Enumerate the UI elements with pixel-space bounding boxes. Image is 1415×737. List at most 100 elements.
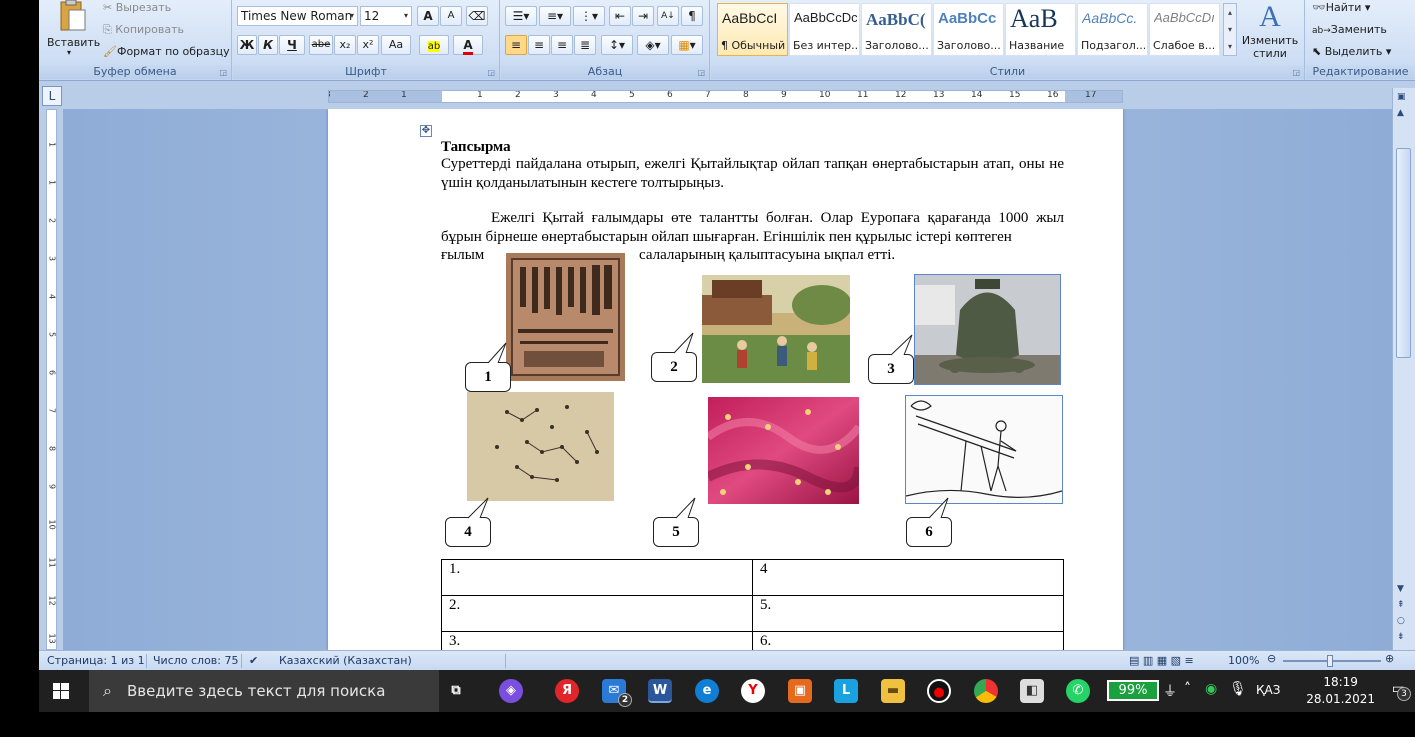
view-buttons[interactable]: ▤ ▥ ▦ ▧ ≡: [1129, 654, 1194, 667]
taskbar-search[interactable]: ⌕ Введите здесь текст для поиска: [89, 670, 439, 712]
styles-dialog-launcher[interactable]: ◲: [1292, 68, 1300, 77]
file-explorer-icon[interactable]: ▬: [881, 679, 905, 703]
vertical-ruler[interactable]: 1 1 2 3 4 5 6 7 8 9 10 11 12 13: [46, 109, 57, 650]
paragraph-dialog-launcher[interactable]: ◲: [697, 68, 705, 77]
word-count[interactable]: Число слов: 75: [153, 654, 239, 667]
vertical-scrollbar[interactable]: ▣ ▲ ▼ ⇞ ○ ⇟: [1392, 88, 1415, 650]
borders-icon[interactable]: ▦▾: [671, 35, 703, 55]
underline-button[interactable]: Ч: [279, 35, 305, 55]
zoom-slider-handle[interactable]: [1327, 655, 1333, 667]
paste-icon[interactable]: [57, 0, 87, 32]
numbering-icon[interactable]: ≡▾: [539, 6, 571, 26]
style-heading2[interactable]: AaBbCc Заголово...: [933, 3, 1004, 56]
power-plug-icon[interactable]: ⏚: [1163, 681, 1177, 701]
style-heading1[interactable]: AaBbC(Заголово...: [861, 3, 932, 56]
styles-scroll[interactable]: ▴ ▾ ▾: [1223, 3, 1237, 56]
align-left-icon[interactable]: ≡: [505, 35, 527, 55]
font-color-button[interactable]: A: [453, 35, 483, 55]
table-cell[interactable]: 5.: [752, 595, 1064, 632]
yandex-icon[interactable]: Я: [555, 679, 579, 703]
scroll-thumb[interactable]: [1396, 148, 1411, 358]
record-icon[interactable]: ●: [927, 679, 951, 703]
whatsapp-icon[interactable]: ✆: [1066, 679, 1090, 703]
spelling-check-icon[interactable]: ✔: [249, 654, 258, 667]
clipboard-dialog-launcher[interactable]: ◲: [219, 68, 227, 77]
align-center-icon[interactable]: ≡: [528, 35, 550, 55]
strikethrough-button[interactable]: abe: [309, 35, 333, 55]
line-spacing-icon[interactable]: ↕▾: [601, 35, 633, 55]
language-indicator[interactable]: Казахский (Казахстан): [279, 654, 412, 667]
clear-format-icon[interactable]: ⌫: [466, 6, 488, 26]
copy-button[interactable]: ⎘ Копировать: [103, 23, 184, 37]
paste-dropdown-icon[interactable]: ▾: [67, 48, 71, 57]
mail-icon[interactable]: ✉ 2: [602, 679, 632, 707]
select-button[interactable]: ⬉ Выделить ▾: [1312, 45, 1391, 58]
table-cell[interactable]: 6.: [752, 631, 1064, 650]
superscript-button[interactable]: x²: [357, 35, 379, 55]
bold-button[interactable]: Ж: [237, 35, 257, 55]
align-right-icon[interactable]: ≡: [551, 35, 573, 55]
bullets-icon[interactable]: ☰▾: [505, 6, 537, 26]
app-box-icon[interactable]: ◧: [1020, 679, 1044, 703]
yandex-browser-icon[interactable]: Y: [741, 679, 765, 703]
style-subtitle[interactable]: AaBbCc. Подзагол...: [1077, 3, 1148, 56]
l-app-icon[interactable]: L: [834, 679, 858, 703]
status-circle-icon[interactable]: ◉: [1205, 681, 1217, 697]
style-no-spacing[interactable]: AaBbCcDc Без интер...: [789, 3, 860, 56]
table-cell[interactable]: 2.: [441, 595, 753, 632]
font-name-combo[interactable]: Times New Roman ▾: [237, 6, 358, 26]
style-subtle-emphasis[interactable]: AaBbCcDı Слабое в...: [1149, 3, 1220, 56]
chevron-up-icon[interactable]: ˄: [1184, 681, 1191, 697]
pilcrow-icon[interactable]: ¶: [681, 6, 703, 26]
battery-indicator[interactable]: 99%: [1107, 680, 1159, 701]
font-size-combo[interactable]: 12 ▾: [360, 6, 412, 26]
font-dialog-launcher[interactable]: ◲: [487, 68, 495, 77]
task-view-icon[interactable]: ⧉: [444, 679, 468, 703]
next-page-icon[interactable]: ⇟: [1397, 632, 1405, 642]
prev-page-icon[interactable]: ⇞: [1397, 600, 1405, 610]
table-cell[interactable]: 4: [752, 559, 1064, 596]
presentation-icon[interactable]: ▣: [788, 679, 812, 703]
zoom-level[interactable]: 100%: [1228, 654, 1259, 667]
find-button[interactable]: 👓Найти ▾: [1312, 1, 1370, 14]
paste-button[interactable]: Вставить: [47, 36, 100, 49]
answer-table[interactable]: 1. 4 2. 5. 3. 6.: [441, 559, 1064, 650]
windows-start-icon[interactable]: [53, 683, 69, 702]
scroll-down-icon[interactable]: ▼: [1397, 584, 1404, 594]
browse-object-icon[interactable]: ○: [1397, 616, 1405, 626]
cut-button[interactable]: ✂ Вырезать: [103, 1, 171, 14]
italic-button[interactable]: К: [258, 35, 278, 55]
ruler-toggle-icon[interactable]: ▣: [1397, 92, 1406, 102]
document-page[interactable]: ✥ Тапсырма Суреттерді пайдалана отырып, …: [328, 109, 1123, 650]
replace-button[interactable]: ab→Заменить: [1312, 23, 1387, 36]
keyboard-language[interactable]: ҚАЗ: [1256, 683, 1280, 697]
page-count[interactable]: Страница: 1 из 1: [47, 654, 145, 667]
change-styles-button[interactable]: A Изменить стили: [1239, 0, 1301, 62]
multilevel-list-icon[interactable]: ⋮▾: [573, 6, 605, 26]
tab-selector-icon[interactable]: L: [42, 86, 62, 106]
zoom-out-icon[interactable]: ⊖: [1267, 652, 1276, 665]
subscript-button[interactable]: x₂: [334, 35, 356, 55]
format-painter-button[interactable]: 🖌Формат по образцу: [103, 45, 230, 58]
edge-icon[interactable]: e: [695, 679, 719, 703]
horizontal-ruler[interactable]: 3211234567891011121314151617: [328, 90, 1123, 103]
scroll-up-icon[interactable]: ▲: [1397, 108, 1404, 118]
shrink-font-button[interactable]: A: [440, 6, 462, 26]
decrease-indent-icon[interactable]: ⇤: [609, 6, 631, 26]
alice-icon[interactable]: ◈: [499, 679, 523, 703]
increase-indent-icon[interactable]: ⇥: [632, 6, 654, 26]
table-cell[interactable]: 3.: [441, 631, 753, 650]
grow-font-button[interactable]: A: [417, 6, 439, 26]
highlight-button[interactable]: ab: [419, 35, 449, 55]
table-cell[interactable]: 1.: [441, 559, 753, 596]
style-title[interactable]: AaB Название: [1005, 3, 1076, 56]
zoom-in-icon[interactable]: ⊕: [1385, 652, 1394, 665]
word-app-icon[interactable]: W: [648, 679, 672, 703]
clock[interactable]: 18:19 28.01.2021: [1306, 674, 1375, 708]
microphone-icon[interactable]: 🎙: [1229, 681, 1247, 697]
style-normal[interactable]: AaBbCcI ¶ Обычный: [717, 3, 788, 56]
sort-icon[interactable]: A↓: [657, 6, 679, 26]
shading-icon[interactable]: ◈▾: [637, 35, 669, 55]
change-case-button[interactable]: Aa: [381, 35, 411, 55]
justify-icon[interactable]: ≣: [574, 35, 596, 55]
